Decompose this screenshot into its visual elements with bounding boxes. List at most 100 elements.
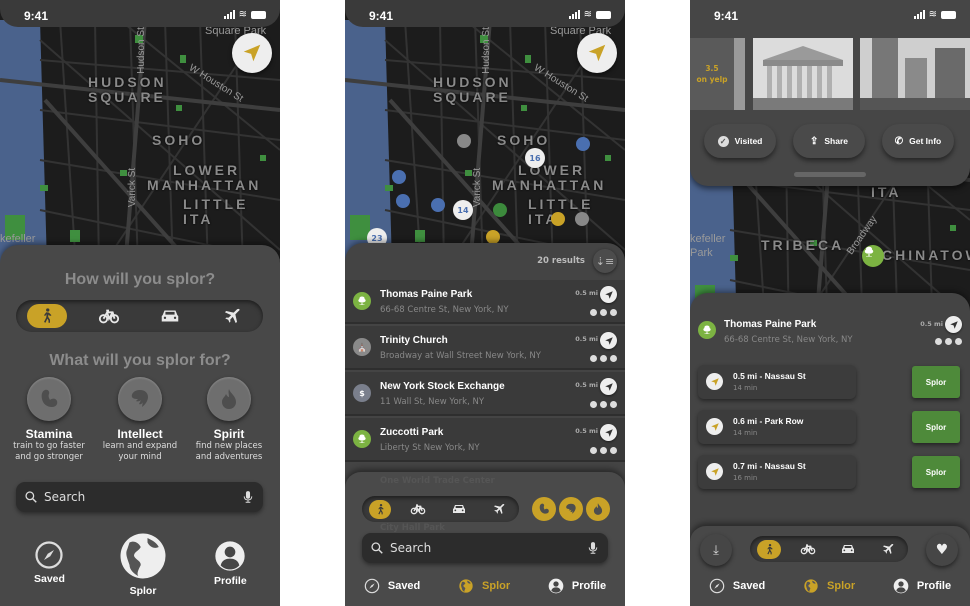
result-row[interactable]: Thomas Paine Park 66-68 Centre St, New Y…: [345, 280, 625, 324]
nav-saved[interactable]: Saved: [34, 540, 65, 585]
faded-result: City Hall Park: [380, 523, 445, 533]
mode-walk[interactable]: [757, 539, 781, 559]
navigate-button[interactable]: [600, 332, 617, 349]
get-info-label: Get Info: [909, 136, 942, 146]
splor-route-button[interactable]: Splor: [912, 366, 960, 398]
visited-button[interactable]: ✓ Visited: [704, 124, 776, 158]
map-poi-pin[interactable]: [576, 137, 590, 151]
globe-icon: [116, 529, 170, 583]
map-poi-pin[interactable]: [431, 198, 445, 212]
nav-profile[interactable]: Profile: [214, 540, 247, 587]
navigate-button[interactable]: [600, 286, 617, 303]
map-poi-pin[interactable]: [392, 170, 406, 184]
tab-profile[interactable]: Profile: [548, 578, 606, 594]
mode-bike[interactable]: [405, 500, 431, 519]
route-title: 0.7 mi - Nassau St: [733, 461, 806, 471]
map-cluster-pin[interactable]: 14: [453, 200, 473, 220]
tab-profile[interactable]: Profile: [893, 578, 951, 594]
locate-me-button[interactable]: [232, 33, 272, 73]
microphone-icon[interactable]: [241, 489, 255, 505]
map-poi-pin[interactable]: [457, 134, 471, 148]
muscle-icon: [935, 338, 942, 345]
signal-icon: [913, 10, 925, 19]
tab-splor[interactable]: Splor: [803, 578, 855, 594]
navigate-button[interactable]: [945, 316, 962, 333]
selected-place-pin[interactable]: [862, 245, 884, 267]
result-row[interactable]: $ New York Stock Exchange 11 Wall St, Ne…: [345, 372, 625, 416]
tab-bar: Saved Splor Profile: [690, 578, 970, 594]
tab-splor[interactable]: Splor: [458, 578, 510, 594]
mode-walk[interactable]: [369, 499, 392, 519]
navigate-button[interactable]: [600, 424, 617, 441]
transport-mode-selector: [750, 536, 908, 562]
drag-handle[interactable]: [794, 172, 866, 177]
mode-select-sheet: How will you splor? What will you splor …: [0, 245, 280, 606]
mode-plane[interactable]: [875, 540, 901, 559]
share-button[interactable]: ⇪ Share: [793, 124, 865, 158]
map-label: SQUARE: [88, 89, 166, 105]
splor-route-button[interactable]: Splor: [912, 411, 960, 443]
result-row[interactable]: ⛪ Trinity Church Broadway at Wall Street…: [345, 326, 625, 370]
place-photo[interactable]: [753, 38, 853, 110]
mode-car[interactable]: [446, 500, 472, 519]
map-poi-pin[interactable]: [551, 212, 565, 226]
battery-icon: [941, 10, 956, 19]
rating-source: on yelp: [696, 75, 728, 84]
microphone-icon[interactable]: [586, 540, 600, 556]
locate-me-button[interactable]: [577, 33, 617, 73]
favorite-button[interactable]: ♥: [926, 534, 958, 566]
map-label: SOHO: [152, 132, 206, 148]
get-info-button[interactable]: ✆ Get Info: [882, 124, 954, 158]
tab-saved[interactable]: Saved: [364, 578, 420, 594]
navigation-arrow-icon: [604, 382, 614, 392]
goal-filter-stamina[interactable]: [532, 497, 556, 521]
map-label: HUDSON: [433, 74, 512, 90]
download-button[interactable]: ⤓: [700, 534, 732, 566]
profile-icon: [214, 540, 246, 572]
route-time: 16 min: [733, 474, 758, 482]
map-poi-pin[interactable]: [575, 212, 589, 226]
goal-desc: learn and expand: [102, 441, 178, 451]
goal-spirit[interactable]: Spirit find new places and adventures: [184, 377, 274, 463]
map-poi-pin[interactable]: [396, 194, 410, 208]
globe-icon: [458, 578, 474, 594]
check-icon: ✓: [717, 135, 729, 147]
brain-icon: [600, 355, 607, 362]
route-option[interactable]: 0.6 mi - Park Row 14 min: [698, 410, 856, 444]
splor-route-button[interactable]: Splor: [912, 456, 960, 488]
sort-button[interactable]: ⇣≡: [593, 249, 617, 273]
route-option[interactable]: 0.5 mi - Nassau St 14 min: [698, 365, 856, 399]
map-cluster-pin[interactable]: 16: [525, 148, 545, 168]
map-poi-pin[interactable]: [493, 203, 507, 217]
walk-icon: [763, 543, 776, 556]
rating-value: 3.5: [705, 64, 719, 73]
mode-car[interactable]: [835, 540, 861, 559]
result-name: New York Stock Exchange: [380, 381, 505, 392]
nav-splor[interactable]: Splor: [116, 529, 170, 597]
navigate-button[interactable]: [600, 378, 617, 395]
route-option[interactable]: 0.7 mi - Nassau St 16 min: [698, 455, 856, 489]
tab-bar: Saved Splor Profile: [345, 578, 625, 594]
goal-filter-intellect[interactable]: [559, 497, 583, 521]
muscle-icon: [37, 387, 61, 411]
mode-walk[interactable]: [26, 304, 67, 328]
place-photo[interactable]: [860, 38, 970, 110]
yelp-rating-photo[interactable]: 3.5 on yelp: [690, 38, 745, 110]
park-icon: [356, 433, 368, 445]
tab-saved[interactable]: Saved: [709, 578, 765, 594]
mode-plane[interactable]: [486, 500, 512, 519]
mode-car[interactable]: [150, 304, 190, 328]
mode-bike[interactable]: [795, 540, 821, 559]
result-address: Liberty St New York, NY: [380, 443, 480, 453]
map-poi-pin[interactable]: [486, 230, 500, 244]
result-row[interactable]: Zuccotti Park Liberty St New York, NY 0.…: [345, 418, 625, 462]
search-input[interactable]: [44, 490, 241, 504]
result-address: 66-68 Centre St, New York, NY: [380, 305, 509, 315]
goal-intellect[interactable]: Intellect learn and expand your mind: [95, 377, 185, 463]
goal-filter-spirit[interactable]: [586, 497, 610, 521]
mode-plane[interactable]: [212, 304, 252, 328]
mode-bike[interactable]: [89, 304, 129, 328]
search-input[interactable]: [390, 541, 586, 555]
battery-icon: [251, 10, 266, 19]
goal-stamina[interactable]: Stamina train to go faster and go strong…: [4, 377, 94, 463]
